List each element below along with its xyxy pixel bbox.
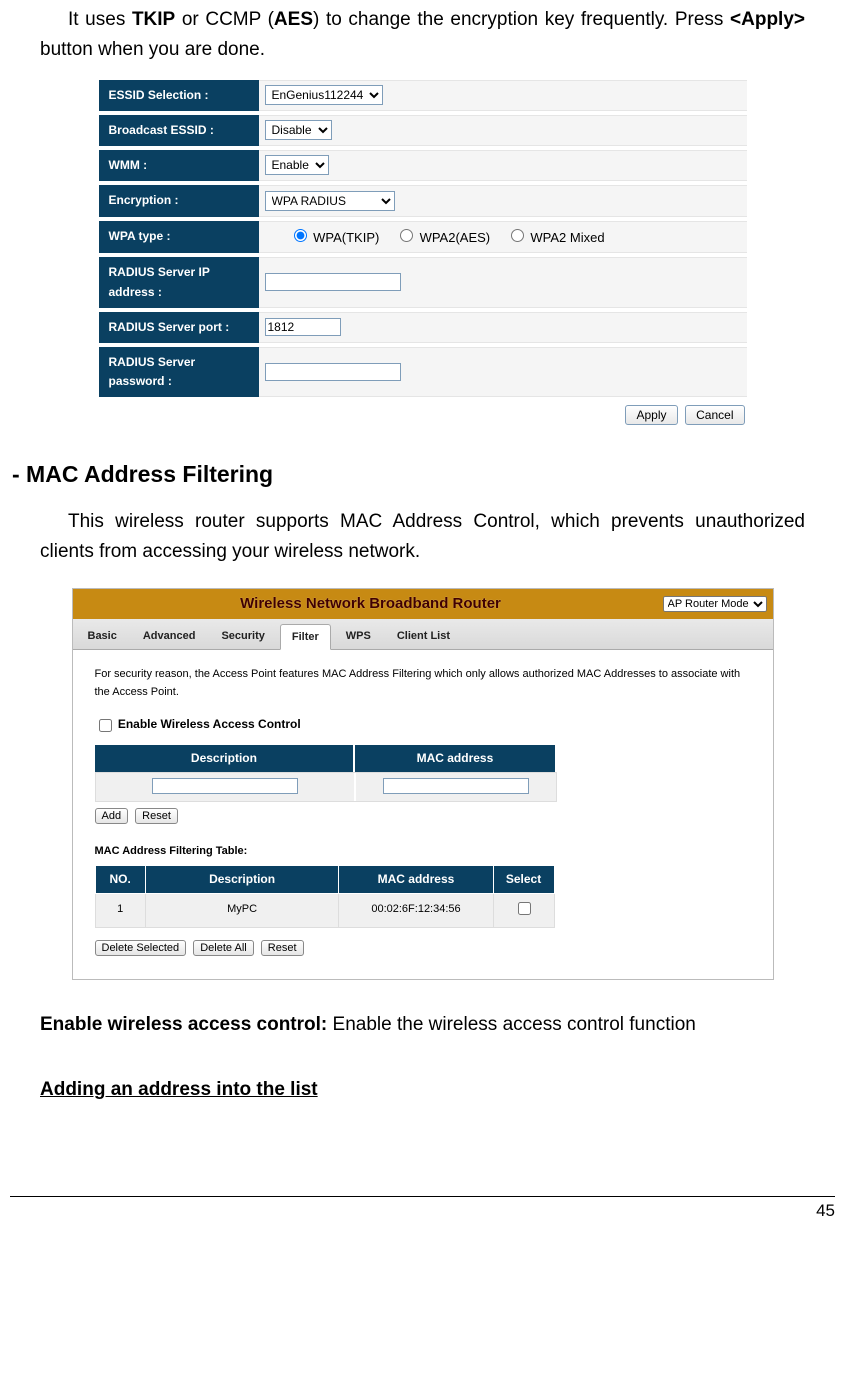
radius-password-label: RADIUS Server password :: [99, 347, 259, 397]
encryption-select[interactable]: WPA RADIUS: [265, 191, 395, 211]
col-description: Description: [95, 745, 356, 772]
mac-input-header: Description MAC address: [95, 745, 555, 772]
th-select: Select: [493, 865, 554, 893]
description-input[interactable]: [152, 778, 298, 794]
router-filter-panel: Wireless Network Broadband Router AP Rou…: [72, 588, 774, 980]
wpa2-aes-radio[interactable]: [400, 229, 413, 242]
tab-filter[interactable]: Filter: [280, 624, 331, 651]
text-apply: <Apply>: [730, 9, 805, 30]
wpa-tkip-radio[interactable]: [294, 229, 307, 242]
wpa2-aes-option[interactable]: WPA2(AES): [395, 230, 490, 245]
enable-access-control-checkbox[interactable]: [99, 719, 112, 732]
radius-ip-input[interactable]: [265, 273, 401, 291]
mac-filtering-paragraph: This wireless router supports MAC Addres…: [40, 507, 805, 568]
page-footer: 45: [10, 1196, 835, 1221]
enable-line-label: Enable wireless access control:: [40, 1014, 327, 1035]
wpa2-mixed-label: WPA2 Mixed: [530, 230, 604, 245]
text-aes: AES: [274, 9, 313, 30]
tab-client-list[interactable]: Client List: [386, 624, 461, 651]
page-number: 45: [816, 1201, 835, 1220]
table-row: 1 MyPC 00:02:6F:12:34:56: [95, 893, 554, 927]
text: or CCMP (: [175, 9, 274, 30]
wmm-label: WMM :: [99, 150, 259, 181]
adding-address-heading: Adding an address into the list: [40, 1075, 805, 1105]
reset-table-button[interactable]: Reset: [261, 940, 304, 956]
delete-all-button[interactable]: Delete All: [193, 940, 253, 956]
enable-line: Enable wireless access control: Enable t…: [40, 1010, 805, 1040]
tab-wps[interactable]: WPS: [335, 624, 382, 651]
row-select-checkbox[interactable]: [518, 902, 531, 915]
cancel-button[interactable]: Cancel: [685, 405, 744, 425]
encryption-label: Encryption :: [99, 185, 259, 216]
tab-basic[interactable]: Basic: [77, 624, 128, 651]
intro-paragraph: It uses TKIP or CCMP (AES) to change the…: [40, 5, 805, 66]
text-tkip: TKIP: [132, 9, 175, 30]
tab-advanced[interactable]: Advanced: [132, 624, 207, 651]
broadcast-essid-select[interactable]: Disable: [265, 120, 332, 140]
th-mac: MAC address: [339, 865, 493, 893]
broadcast-essid-label: Broadcast ESSID :: [99, 115, 259, 146]
delete-selected-button[interactable]: Delete Selected: [95, 940, 187, 956]
mac-filtering-heading: - MAC Address Filtering: [12, 456, 835, 493]
wpa2-aes-label: WPA2(AES): [420, 230, 491, 245]
cell-no: 1: [95, 893, 145, 927]
tab-security[interactable]: Security: [210, 624, 275, 651]
wpa-tkip-label: WPA(TKIP): [313, 230, 379, 245]
reset-button[interactable]: Reset: [135, 808, 178, 824]
wmm-select[interactable]: Enable: [265, 155, 329, 175]
router-tabs: Basic Advanced Security Filter WPS Clien…: [73, 619, 773, 651]
col-mac-address: MAC address: [355, 745, 554, 772]
essid-selection-label: ESSID Selection :: [99, 80, 259, 111]
wpa-tkip-option[interactable]: WPA(TKIP): [289, 230, 380, 245]
router-title: Wireless Network Broadband Router: [240, 592, 501, 616]
radius-password-input[interactable]: [265, 363, 401, 381]
wpa2-mixed-radio[interactable]: [511, 229, 524, 242]
mac-address-input[interactable]: [383, 778, 529, 794]
th-no: NO.: [95, 865, 145, 893]
radius-port-input[interactable]: [265, 318, 341, 336]
filter-description: For security reason, the Access Point fe…: [95, 666, 751, 701]
mac-filter-table: NO. Description MAC address Select 1 MyP…: [95, 865, 555, 928]
wireless-settings-panel: ESSID Selection : EnGenius112244 Broadca…: [99, 76, 747, 426]
add-button[interactable]: Add: [95, 808, 129, 824]
essid-selection-select[interactable]: EnGenius112244: [265, 85, 383, 105]
wpa-type-label: WPA type :: [99, 221, 259, 254]
radius-port-label: RADIUS Server port :: [99, 312, 259, 343]
cell-description: MyPC: [145, 893, 339, 927]
text: ) to change the encryption key frequentl…: [313, 9, 730, 30]
text: It uses: [68, 9, 132, 30]
radius-ip-label: RADIUS Server IP address :: [99, 257, 259, 307]
apply-button[interactable]: Apply: [625, 405, 677, 425]
filter-table-title: MAC Address Filtering Table:: [95, 843, 751, 861]
wpa2-mixed-option[interactable]: WPA2 Mixed: [506, 230, 605, 245]
mac-input-row: [95, 772, 557, 802]
cell-mac: 00:02:6F:12:34:56: [339, 893, 493, 927]
th-description: Description: [145, 865, 339, 893]
enable-line-text: Enable the wireless access control funct…: [327, 1014, 696, 1035]
enable-access-control-label: Enable Wireless Access Control: [118, 717, 301, 731]
router-mode-select[interactable]: AP Router Mode: [663, 596, 767, 612]
text: button when you are done.: [40, 39, 265, 60]
router-title-bar: Wireless Network Broadband Router AP Rou…: [73, 589, 773, 619]
